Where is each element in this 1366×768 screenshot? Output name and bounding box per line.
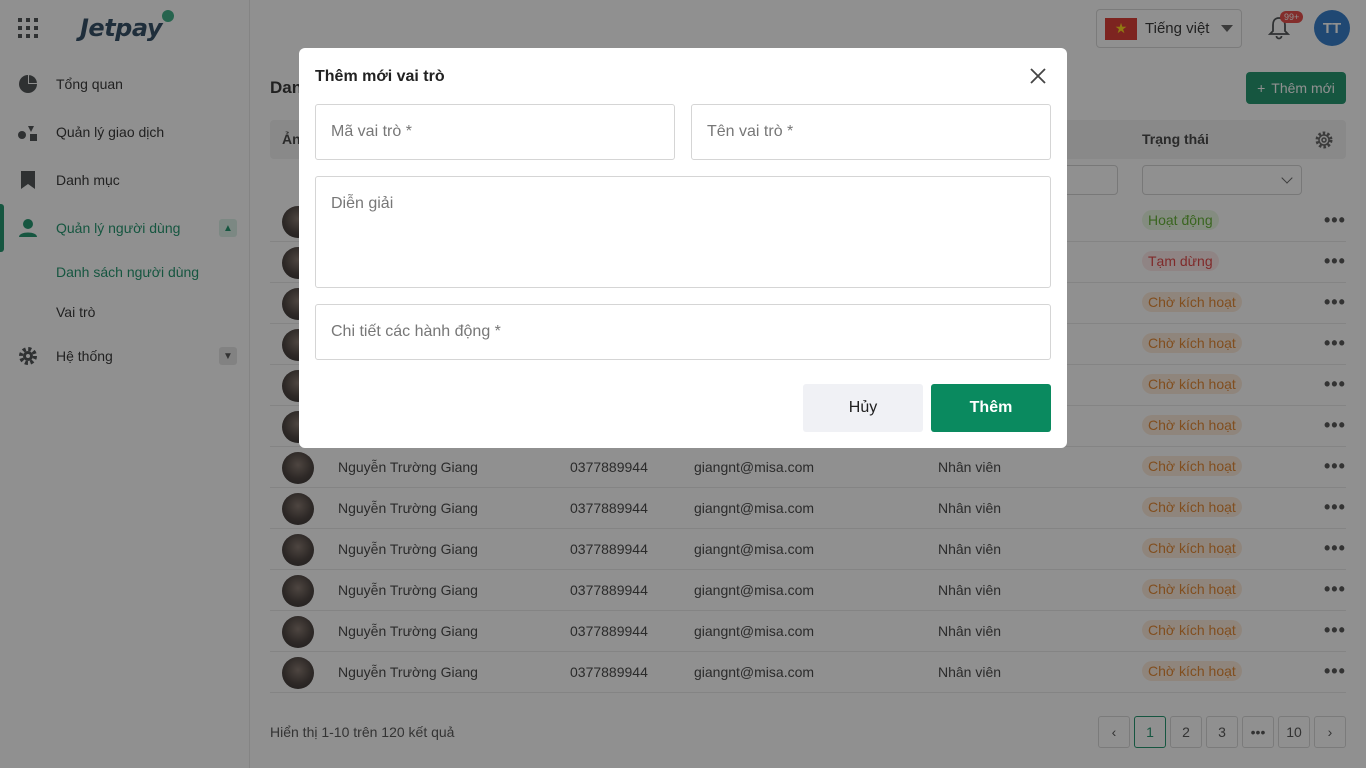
description-placeholder: Diễn giải xyxy=(331,195,394,212)
cancel-button[interactable]: Hủy xyxy=(803,384,923,432)
actions-detail-field[interactable]: Chi tiết các hành động * xyxy=(315,304,1051,360)
role-code-placeholder: Mã vai trò * xyxy=(331,123,412,140)
role-code-field[interactable]: Mã vai trò * xyxy=(315,104,675,160)
add-role-dialog: Thêm mới vai trò Mã vai trò * Tên vai tr… xyxy=(299,48,1067,448)
role-name-field[interactable]: Tên vai trò * xyxy=(691,104,1051,160)
dialog-title: Thêm mới vai trò xyxy=(315,68,445,85)
actions-detail-placeholder: Chi tiết các hành động * xyxy=(331,323,501,340)
role-name-placeholder: Tên vai trò * xyxy=(707,123,794,140)
submit-button[interactable]: Thêm xyxy=(931,384,1051,432)
description-field[interactable]: Diễn giải xyxy=(315,176,1051,288)
close-icon[interactable] xyxy=(1029,67,1047,85)
